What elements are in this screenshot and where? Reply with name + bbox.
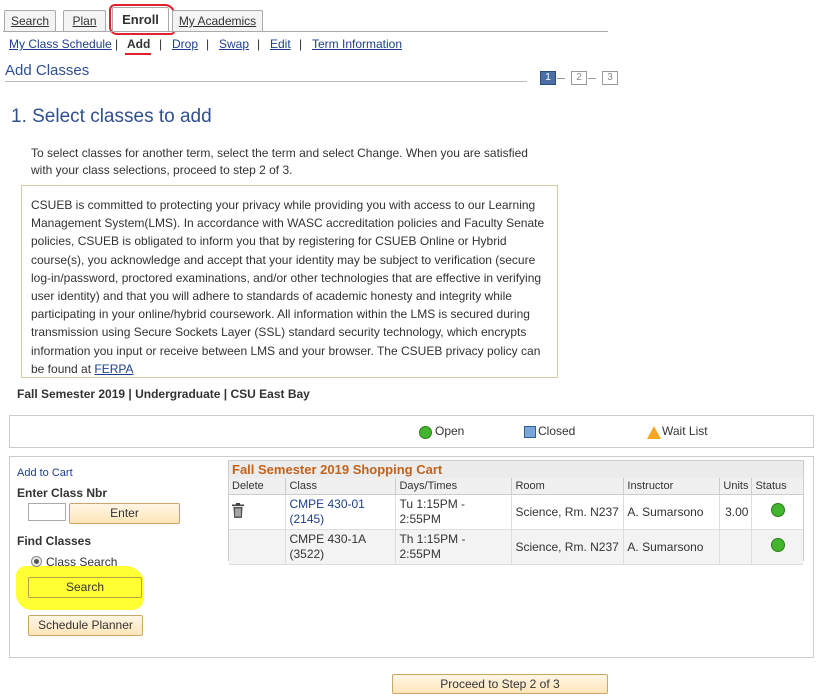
class-search-radio-label: Class Search	[46, 555, 118, 569]
tab-baseline	[3, 31, 608, 32]
tab-my-academics-label: My Academics	[178, 14, 257, 28]
closed-status-icon	[524, 426, 536, 438]
trash-icon[interactable]	[232, 502, 244, 518]
column-header: Status	[751, 478, 803, 495]
step-connector	[588, 78, 596, 79]
column-header: Units	[719, 478, 752, 495]
instructor-cell: A. Sumarsono	[623, 494, 720, 530]
subnav-separator: |	[115, 37, 119, 51]
table-row: CMPE 430-1A (3522) Th 1:15PM -2:55PM Scie…	[229, 529, 803, 565]
proceed-to-step-2-button[interactable]: Proceed to Step 2 of 3	[392, 674, 608, 694]
instructor-cell: A. Sumarsono	[623, 529, 720, 565]
legend-closed-label: Closed	[538, 424, 576, 438]
open-status-icon	[419, 426, 432, 439]
title-divider	[5, 81, 527, 82]
open-status-icon	[770, 503, 785, 517]
tab-plan[interactable]: Plan	[63, 10, 106, 32]
subnav-swap[interactable]: Swap	[219, 37, 249, 51]
class-section: CMPE 430-1A	[289, 532, 367, 546]
subnav-separator: |	[299, 37, 303, 51]
step-heading: 1. Select classes to add	[11, 106, 212, 127]
add-to-cart-label: Add to Cart	[17, 467, 73, 479]
days-times-cell: Tu 1:15PM -2:55PM	[395, 494, 512, 530]
annotation-underline-add	[125, 53, 151, 55]
legend-open-label: Open	[435, 424, 465, 438]
room-cell: Science, Rm. N237	[511, 494, 624, 530]
subnav-term-information[interactable]: Term Information	[312, 37, 402, 51]
column-header: Class	[285, 478, 396, 495]
term-info: Fall Semester 2019 | Undergraduate | CSU…	[17, 387, 310, 401]
wait-list-icon	[647, 426, 661, 439]
instructions-text: To select classes for another term, sele…	[31, 146, 528, 177]
step-2-indicator: 2	[571, 71, 587, 85]
column-header: Room	[511, 478, 624, 495]
step-connector	[557, 78, 565, 79]
days-times-start: Tu 1:15PM -	[399, 497, 466, 511]
legend-wait-list-label: Wait List	[662, 424, 708, 438]
tab-enroll[interactable]: Enroll	[112, 7, 169, 32]
class-cell[interactable]: CMPE 430-01 (2145)	[285, 494, 396, 530]
table-header-row: Delete Class Days/Times Room Instructor …	[229, 478, 803, 495]
step-1-indicator: 1	[540, 71, 556, 85]
days-times-start: Th 1:15PM -	[399, 532, 466, 546]
class-section-link[interactable]: CMPE 430-01	[289, 497, 364, 511]
shopping-cart: Fall Semester 2019 Shopping Cart Delete …	[228, 460, 804, 565]
tab-search[interactable]: Search	[4, 10, 56, 32]
delete-cell	[229, 494, 286, 530]
subnav-edit[interactable]: Edit	[270, 37, 291, 51]
tab-search-label: Search	[10, 14, 50, 28]
units-cell: 3.00	[719, 494, 752, 530]
days-times-cell: Th 1:15PM -2:55PM	[395, 529, 512, 565]
tab-my-academics[interactable]: My Academics	[172, 10, 263, 32]
find-classes-label: Find Classes	[17, 534, 92, 548]
units-cell	[719, 529, 752, 565]
open-status-icon	[770, 538, 785, 552]
class-number: (2145)	[289, 512, 325, 526]
subnav-separator: |	[159, 37, 163, 51]
subnav-my-class-schedule[interactable]: My Class Schedule	[9, 37, 112, 51]
step-3-indicator: 3	[602, 71, 618, 85]
page-title: Add Classes	[5, 62, 90, 79]
privacy-notice: CSUEB is committed to protecting your pr…	[21, 185, 558, 378]
status-cell	[751, 529, 803, 565]
enter-class-nbr-label: Enter Class Nbr	[17, 486, 108, 500]
table-row: CMPE 430-01 (2145) Tu 1:15PM -2:55PM Scie…	[229, 494, 803, 530]
days-times-end: 2:55PM	[399, 547, 441, 561]
class-search-radio[interactable]	[31, 556, 42, 567]
column-header: Delete	[229, 478, 286, 495]
class-cell: CMPE 430-1A (3522)	[285, 529, 396, 565]
subnav-separator: |	[206, 37, 210, 51]
days-times-end: 2:55PM	[399, 512, 441, 526]
tab-plan-label: Plan	[72, 14, 97, 28]
shopping-cart-title: Fall Semester 2019 Shopping Cart	[229, 461, 803, 478]
delete-cell	[229, 529, 286, 565]
subnav-separator: |	[257, 37, 261, 51]
ferpa-link[interactable]: FERPA	[94, 362, 133, 376]
shopping-cart-table: Delete Class Days/Times Room Instructor …	[229, 478, 803, 565]
class-number: (3522)	[289, 547, 325, 561]
column-header: Days/Times	[395, 478, 512, 495]
subnav-add[interactable]: Add	[127, 37, 150, 51]
tab-enroll-label: Enroll	[122, 12, 159, 27]
search-button[interactable]: Search	[28, 577, 142, 598]
class-nbr-input[interactable]	[28, 503, 66, 521]
column-header: Instructor	[623, 478, 720, 495]
room-cell: Science, Rm. N237	[511, 529, 624, 565]
status-cell	[751, 494, 803, 530]
schedule-planner-button[interactable]: Schedule Planner	[28, 615, 143, 636]
status-legend: Open Closed Wait List	[9, 415, 814, 448]
enter-button[interactable]: Enter	[69, 503, 180, 524]
privacy-text: CSUEB is committed to protecting your pr…	[31, 198, 545, 376]
subnav-drop[interactable]: Drop	[172, 37, 198, 51]
